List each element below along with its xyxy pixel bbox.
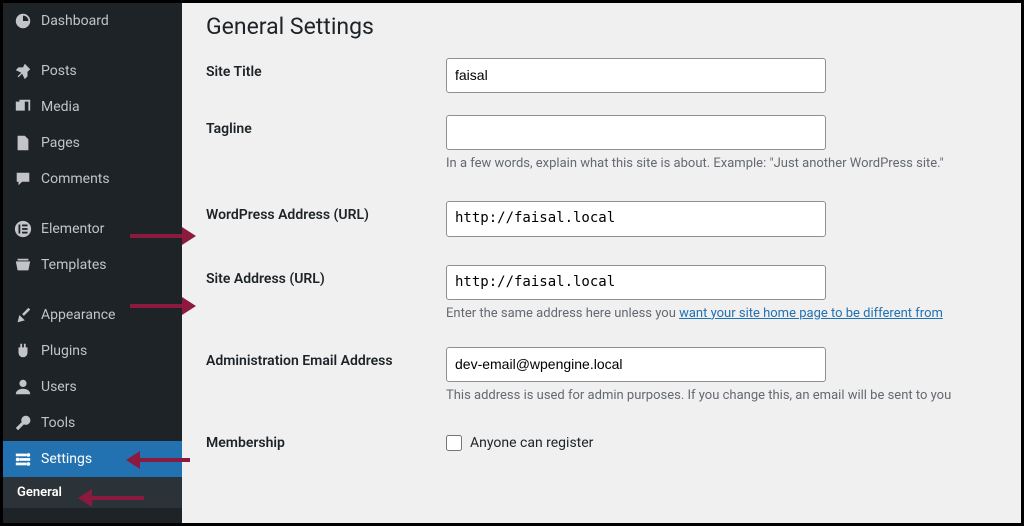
- label-site-url: Site Address (URL): [206, 265, 446, 287]
- input-site-url[interactable]: [446, 265, 826, 300]
- label-membership: Membership: [206, 429, 446, 451]
- elementor-icon: [13, 219, 33, 239]
- sidebar-item-tools[interactable]: Tools: [3, 405, 182, 441]
- link-site-url-help[interactable]: want your site home page to be different…: [679, 306, 943, 321]
- sidebar-item-comments[interactable]: Comments: [3, 161, 182, 197]
- label-wp-url: WordPress Address (URL): [206, 201, 446, 223]
- pin-icon: [13, 61, 33, 81]
- sidebar-item-label: Comments: [41, 171, 110, 187]
- help-site-url: Enter the same address here unless you w…: [446, 306, 997, 321]
- input-tagline[interactable]: [446, 115, 826, 150]
- sidebar-item-plugins[interactable]: Plugins: [3, 333, 182, 369]
- sidebar-item-posts[interactable]: Posts: [3, 53, 182, 89]
- tools-icon: [13, 413, 33, 433]
- sidebar-item-settings[interactable]: Settings: [3, 441, 182, 477]
- sidebar-item-label: Users: [41, 379, 77, 395]
- row-site-title: Site Title: [206, 58, 997, 93]
- sidebar-subitem-label: General: [17, 485, 62, 500]
- settings-icon: [13, 449, 33, 469]
- dashboard-icon: [13, 11, 33, 31]
- sidebar-item-elementor[interactable]: Elementor: [3, 211, 182, 247]
- sidebar-item-label: Plugins: [41, 343, 87, 359]
- sidebar-item-label: Tools: [41, 415, 75, 431]
- label-tagline: Tagline: [206, 115, 446, 137]
- main-content: General Settings Site Title Tagline In a…: [182, 3, 1021, 523]
- checkbox-label-membership: Anyone can register: [470, 435, 593, 451]
- checkbox-membership[interactable]: [446, 435, 462, 451]
- sidebar-item-label: Dashboard: [41, 13, 109, 29]
- sidebar-item-label: Pages: [41, 135, 80, 151]
- sidebar-item-users[interactable]: Users: [3, 369, 182, 405]
- row-wp-url: WordPress Address (URL): [206, 201, 997, 236]
- sidebar-item-templates[interactable]: Templates: [3, 247, 182, 283]
- appearance-icon: [13, 305, 33, 325]
- help-admin-email: This address is used for admin purposes.…: [446, 388, 997, 403]
- row-membership: Membership Anyone can register: [206, 429, 997, 451]
- sidebar-item-label: Templates: [41, 257, 107, 273]
- label-site-title: Site Title: [206, 58, 446, 80]
- admin-sidebar: Dashboard Posts Media Pages Comments Ele…: [3, 3, 182, 523]
- templates-icon: [13, 255, 33, 275]
- sidebar-item-label: Posts: [41, 63, 77, 79]
- sidebar-item-dashboard[interactable]: Dashboard: [3, 3, 182, 39]
- users-icon: [13, 377, 33, 397]
- sidebar-item-label: Settings: [41, 451, 92, 467]
- help-tagline: In a few words, explain what this site i…: [446, 156, 997, 171]
- sidebar-subitem-general[interactable]: General: [3, 477, 182, 508]
- sidebar-item-pages[interactable]: Pages: [3, 125, 182, 161]
- row-admin-email: Administration Email Address This addres…: [206, 347, 997, 403]
- sidebar-item-label: Media: [41, 99, 80, 115]
- row-tagline: Tagline In a few words, explain what thi…: [206, 115, 997, 171]
- pages-icon: [13, 133, 33, 153]
- input-wp-url[interactable]: [446, 201, 826, 236]
- sidebar-item-label: Elementor: [41, 221, 104, 237]
- label-admin-email: Administration Email Address: [206, 347, 446, 369]
- sidebar-item-media[interactable]: Media: [3, 89, 182, 125]
- sidebar-item-label: Appearance: [41, 307, 115, 323]
- media-icon: [13, 97, 33, 117]
- sidebar-item-appearance[interactable]: Appearance: [3, 297, 182, 333]
- comments-icon: [13, 169, 33, 189]
- plugins-icon: [13, 341, 33, 361]
- input-site-title[interactable]: [446, 58, 826, 93]
- page-title: General Settings: [206, 13, 997, 40]
- input-admin-email[interactable]: [446, 347, 826, 382]
- row-site-url: Site Address (URL) Enter the same addres…: [206, 265, 997, 321]
